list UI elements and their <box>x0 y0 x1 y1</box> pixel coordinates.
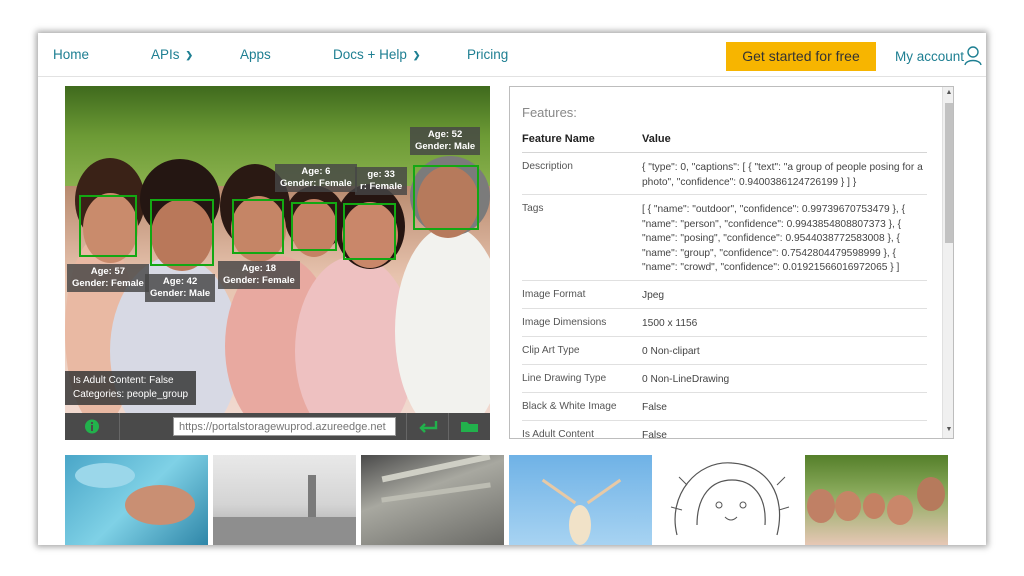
face-shape <box>887 495 913 525</box>
features-table-header: Feature Name Value <box>522 133 927 153</box>
feature-row: Tags [ { "name": "outdoor", "confidence"… <box>522 195 927 281</box>
feature-value: False <box>642 430 667 439</box>
features-title: Features: <box>522 105 577 120</box>
nav-apis[interactable]: APIs ❯ <box>151 47 193 62</box>
get-started-button[interactable]: Get started for free <box>726 42 876 71</box>
feature-value: Jpeg <box>642 290 665 301</box>
thumbnail-city-skyline[interactable] <box>213 455 356 545</box>
jumper-shape <box>569 505 591 545</box>
chevron-down-icon: ❯ <box>412 50 421 60</box>
scroll-thumb[interactable] <box>945 103 953 243</box>
submit-url-button[interactable] <box>406 413 449 440</box>
arm-shape <box>541 478 577 505</box>
feature-value: False <box>642 402 667 413</box>
feature-row: Is Adult Content False <box>522 421 927 439</box>
nav-apps[interactable]: Apps <box>240 47 271 62</box>
thumbnail-subway-station[interactable] <box>361 455 504 545</box>
feature-value: 0 Non-clipart <box>642 346 700 357</box>
buildings-shape <box>213 517 356 545</box>
feature-name: Clip Art Type <box>522 345 580 356</box>
swimmer-shape <box>125 485 195 525</box>
face-label: Age: 6 Gender: Female <box>275 164 357 192</box>
feature-name: Is Adult Content <box>522 429 594 439</box>
feature-row: Line Drawing Type 0 Non-LineDrawing <box>522 365 927 393</box>
browse-folder-button[interactable] <box>449 413 490 440</box>
face-box[interactable] <box>291 202 337 251</box>
folder-icon <box>461 422 478 432</box>
person-icon[interactable] <box>964 46 982 66</box>
face-label: Age: 18 Gender: Female <box>218 261 300 289</box>
column-feature-name: Feature Name <box>522 133 595 145</box>
feature-value: [ { "name": "outdoor", "confidence": 0.9… <box>642 204 905 273</box>
face-label: Age: 57 Gender: Female <box>67 264 149 292</box>
analyzed-photo: Age: 57 Gender: Female Age: 42 Gender: Mal… <box>65 86 490 413</box>
categories-text: Categories: people_group <box>73 389 189 400</box>
top-nav: Home APIs ❯ Apps Docs + Help ❯ Pricing Get… <box>38 33 986 77</box>
feature-name: Line Drawing Type <box>522 373 607 384</box>
features-panel[interactable]: Features: Feature Name Value Description… <box>509 86 954 439</box>
feature-value: 1500 x 1156 <box>642 318 698 329</box>
scroll-up-icon[interactable]: ▲ <box>943 89 953 96</box>
thumbnail-swimmer[interactable] <box>65 455 208 545</box>
image-summary: Is Adult Content: False Categories: peop… <box>65 371 197 405</box>
feature-name: Black & White Image <box>522 401 617 412</box>
face-box[interactable] <box>343 203 396 260</box>
feature-row: Clip Art Type 0 Non-clipart <box>522 337 927 365</box>
adult-content-text: Is Adult Content: False <box>73 375 174 386</box>
thumbnail-woman-jumping[interactable] <box>509 455 652 545</box>
face-box[interactable] <box>79 195 137 257</box>
feature-value: 0 Non-LineDrawing <box>642 374 730 385</box>
nav-docs-help[interactable]: Docs + Help ❯ <box>333 47 420 62</box>
face-shape <box>917 477 945 511</box>
thumbnail-lion-drawing[interactable] <box>657 455 800 545</box>
arm-shape <box>586 478 622 505</box>
column-value: Value <box>642 133 671 145</box>
face-shape <box>807 489 835 523</box>
enter-icon <box>419 421 438 433</box>
face-shape <box>835 491 861 521</box>
info-icon <box>85 419 99 434</box>
lion-drawing-icon <box>670 462 790 536</box>
feature-value: { "type": 0, "captions": [ { "text": "a … <box>642 162 923 188</box>
feature-row: Image Format Jpeg <box>522 281 927 309</box>
feature-name: Image Format <box>522 289 586 300</box>
sample-images <box>65 455 955 545</box>
light-strip <box>381 482 491 503</box>
feature-row: Description { "type": 0, "captions": [ {… <box>522 153 927 195</box>
image-toolbar <box>65 413 490 440</box>
image-url-input[interactable] <box>173 417 396 436</box>
my-account-link[interactable]: My account <box>895 49 964 64</box>
info-button[interactable] <box>65 413 120 440</box>
face-label: Age: 42 Gender: Male <box>145 274 216 302</box>
app-window: Home APIs ❯ Apps Docs + Help ❯ Pricing Get… <box>38 33 986 545</box>
feature-name: Image Dimensions <box>522 317 607 328</box>
features-scrollbar[interactable]: ▲ ▼ <box>942 87 953 438</box>
face-box[interactable] <box>413 165 479 230</box>
feature-row: Black & White Image False <box>522 393 927 421</box>
scroll-down-icon[interactable]: ▼ <box>943 426 953 433</box>
feature-row: Image Dimensions 1500 x 1156 <box>522 309 927 337</box>
face-box[interactable] <box>150 199 214 266</box>
light-strip <box>381 455 491 483</box>
face-box[interactable] <box>232 199 284 254</box>
feature-name: Description <box>522 161 573 172</box>
face-shape <box>863 493 885 519</box>
face-label: Age: 52 Gender: Male <box>410 127 481 155</box>
thumbnail-family-group[interactable] <box>805 455 948 545</box>
face-label: ge: 33 r: Female <box>355 167 408 195</box>
nav-home[interactable]: Home <box>53 47 89 62</box>
splash-shape <box>75 463 135 488</box>
nav-pricing[interactable]: Pricing <box>467 47 508 62</box>
feature-name: Tags <box>522 203 544 214</box>
chevron-down-icon: ❯ <box>185 50 194 60</box>
